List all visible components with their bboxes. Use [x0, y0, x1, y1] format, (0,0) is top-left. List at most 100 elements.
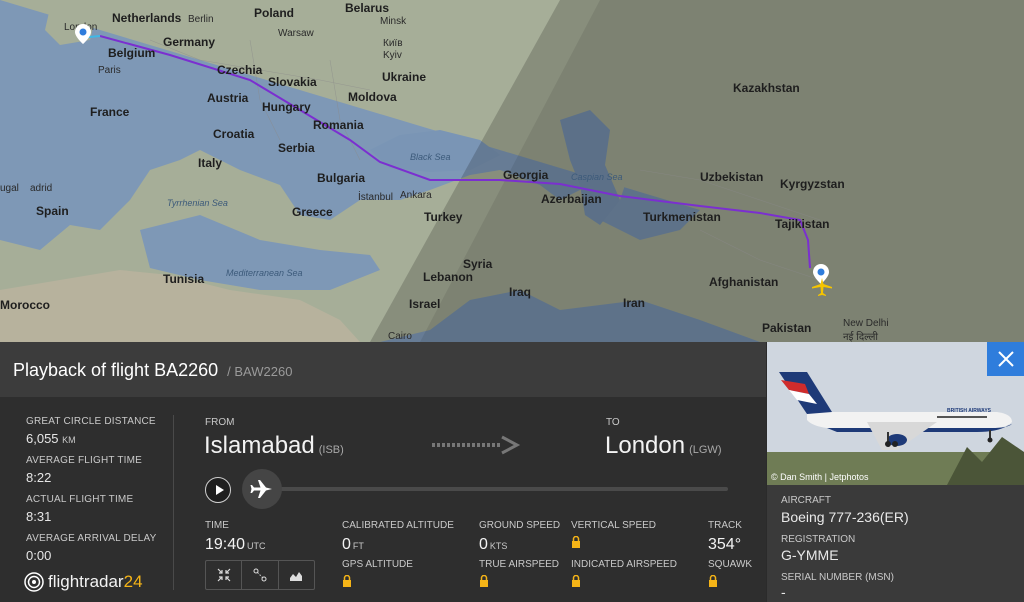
- label-kyrgyzstan: Kyrgyzstan: [780, 177, 845, 191]
- lock-icon[interactable]: [708, 575, 718, 587]
- label-portugal-partial: ugal: [0, 183, 19, 194]
- time-label: TIME: [205, 520, 229, 531]
- gcd-value: 6,055: [26, 431, 59, 446]
- gps-alt-label: GPS ALTITUDE: [342, 559, 413, 570]
- label-iraq: Iraq: [509, 285, 532, 299]
- lock-icon[interactable]: [479, 575, 489, 587]
- timeline-scrubber[interactable]: [242, 469, 282, 509]
- destination-pin-icon[interactable]: [75, 24, 91, 44]
- stat-arrival-delay: AVERAGE ARRIVAL DELAY 0:00: [26, 533, 157, 563]
- track-label: TRACK: [708, 520, 742, 531]
- metric-gps-altitude: GPS ALTITUDE: [342, 559, 413, 592]
- aircraft-marker-icon[interactable]: [812, 278, 832, 296]
- label-uzbekistan: Uzbekistan: [700, 170, 764, 184]
- route-arrow-icon: [432, 435, 521, 455]
- flight-map[interactable]: Netherlands Poland Belarus Berlin Warsaw…: [0, 0, 1024, 342]
- label-ukraine: Ukraine: [382, 70, 427, 84]
- view-toolbar: [205, 560, 315, 590]
- avg-time-label: AVERAGE FLIGHT TIME: [26, 455, 143, 466]
- label-syria: Syria: [463, 257, 493, 271]
- serial-value: -: [781, 584, 786, 600]
- gcd-label: GREAT CIRCLE DISTANCE: [26, 416, 156, 427]
- play-button[interactable]: [205, 477, 231, 503]
- aircraft-info-panel: AIRCRAFT Boeing 777-236(ER) REGISTRATION…: [767, 485, 1024, 602]
- flightradar24-logo[interactable]: flightradar24: [24, 572, 143, 592]
- flight-details-panel: GREAT CIRCLE DISTANCE 6,055 KM AVERAGE F…: [0, 397, 766, 602]
- playback-header: Playback of flight BA2260 / BAW2260: [0, 342, 766, 397]
- metric-vertical-speed: VERTICAL SPEED: [571, 520, 656, 553]
- label-belarus: Belarus: [345, 1, 390, 15]
- label-kyiv-latin: Kyiv: [383, 50, 402, 61]
- true-airspeed-label: TRUE AIRSPEED: [479, 559, 560, 570]
- label-netherlands: Netherlands: [112, 11, 182, 25]
- lock-icon[interactable]: [571, 536, 581, 548]
- serial-label: SERIAL NUMBER (MSN): [781, 572, 894, 583]
- flight-title: Playback of flight BA2260: [13, 360, 219, 380]
- label-caspian-sea: Caspian Sea: [571, 172, 623, 182]
- label-moldova: Moldova: [348, 90, 397, 104]
- label-paris: Paris: [98, 65, 121, 76]
- actual-time-value: 8:31: [26, 509, 52, 524]
- stat-great-circle: GREAT CIRCLE DISTANCE 6,055 KM: [26, 416, 156, 446]
- metric-track: TRACK 354°: [708, 520, 742, 554]
- label-warsaw: Warsaw: [278, 28, 314, 39]
- label-azerbaijan: Azerbaijan: [541, 192, 602, 206]
- origin-code: (ISB): [318, 444, 344, 456]
- metric-indicated-airspeed: INDICATED AIRSPEED: [571, 559, 677, 592]
- chart-icon: [290, 572, 303, 581]
- label-kyiv: Київ: [383, 38, 403, 49]
- stat-actual-time: ACTUAL FLIGHT TIME 8:31: [26, 494, 133, 524]
- logo-number: 24: [123, 572, 143, 591]
- cal-alt-unit: FT: [352, 541, 364, 551]
- label-bulgaria: Bulgaria: [317, 171, 366, 185]
- ground-speed-label: GROUND SPEED: [479, 520, 561, 531]
- registration-label: REGISTRATION: [781, 534, 856, 545]
- label-cairo: Cairo: [388, 331, 412, 342]
- route-view-button[interactable]: [242, 561, 279, 589]
- avg-time-value: 8:22: [26, 470, 52, 485]
- label-israel: Israel: [409, 297, 441, 311]
- page-title: Playback of flight BA2260 / BAW2260: [13, 360, 292, 381]
- photo-credit[interactable]: © Dan Smith | Jetphotos: [771, 472, 869, 482]
- metric-calibrated-altitude: CALIBRATED ALTITUDE 0 FT: [342, 520, 454, 554]
- registration-value: G-YMME: [781, 547, 839, 563]
- stats-divider: [173, 415, 174, 590]
- label-slovakia: Slovakia: [268, 75, 317, 89]
- playback-timeline[interactable]: [260, 487, 728, 491]
- aircraft-value: Boeing 777-236(ER): [781, 509, 909, 525]
- delay-label: AVERAGE ARRIVAL DELAY: [26, 533, 157, 544]
- label-croatia: Croatia: [213, 127, 255, 141]
- label-new-delhi-hindi: नई दिल्ली: [843, 332, 879, 342]
- label-madrid-partial: adrid: [30, 183, 53, 194]
- close-button[interactable]: [987, 342, 1024, 376]
- label-ankara: Ankara: [400, 190, 432, 201]
- label-kazakhstan: Kazakhstan: [733, 81, 800, 95]
- aircraft-photo[interactable]: BRITISH AIRWAYS © Dan Smith | Jetphotos: [767, 342, 1024, 485]
- label-italy: Italy: [198, 156, 223, 170]
- lock-icon[interactable]: [571, 575, 581, 587]
- label-tyrrhenian-sea: Tyrrhenian Sea: [167, 198, 228, 208]
- close-icon: [997, 351, 1014, 367]
- origin-city: Islamabad (ISB): [204, 432, 344, 460]
- cal-alt-label: CALIBRATED ALTITUDE: [342, 520, 454, 531]
- label-tunisia: Tunisia: [163, 272, 205, 286]
- destination-code: (LGW): [689, 444, 722, 456]
- cal-alt-value: 0: [342, 536, 351, 553]
- actual-time-label: ACTUAL FLIGHT TIME: [26, 494, 134, 505]
- from-label: FROM: [205, 417, 235, 428]
- collapse-icon: [217, 568, 231, 582]
- label-berlin: Berlin: [188, 14, 214, 25]
- label-turkey: Turkey: [424, 210, 463, 224]
- graph-view-button[interactable]: [279, 561, 314, 589]
- label-belgium: Belgium: [108, 46, 156, 60]
- label-black-sea: Black Sea: [410, 152, 451, 162]
- metric-time: TIME 19:40 UTC: [205, 520, 266, 554]
- delay-value: 0:00: [26, 548, 52, 563]
- origin-city-name: Islamabad: [204, 432, 315, 459]
- label-romania: Romania: [313, 118, 364, 132]
- fit-view-button[interactable]: [206, 561, 243, 589]
- label-georgia: Georgia: [503, 168, 549, 182]
- label-mediterranean-sea: Mediterranean Sea: [226, 268, 303, 278]
- track-value: 354°: [708, 536, 742, 553]
- lock-icon[interactable]: [342, 575, 352, 587]
